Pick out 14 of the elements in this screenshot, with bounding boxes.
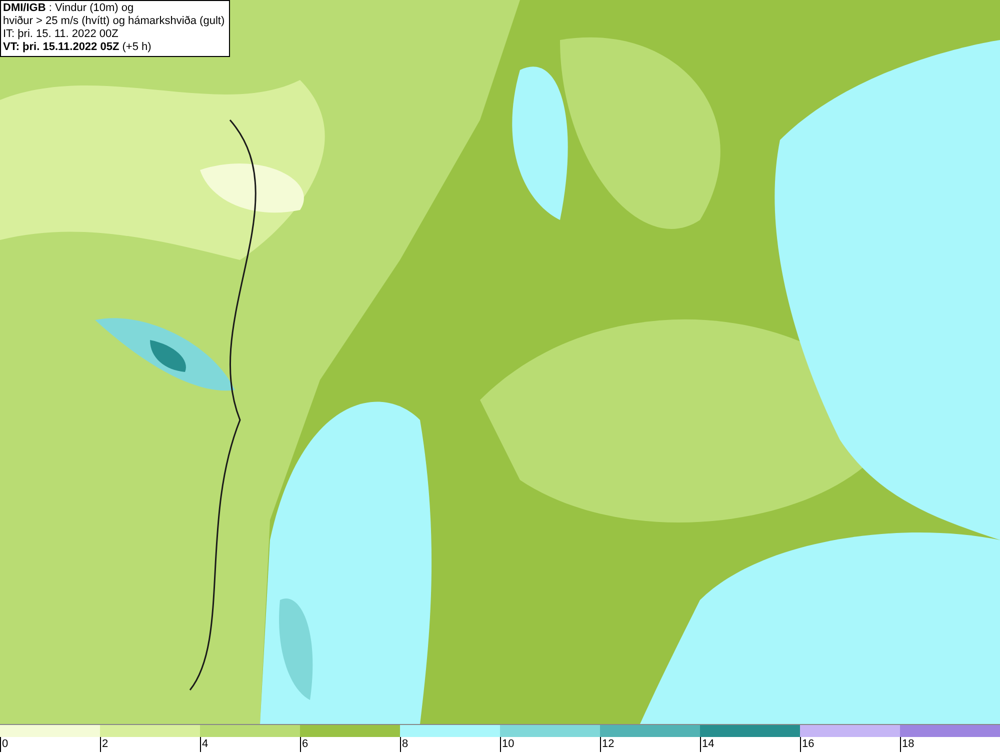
title-line: IT: þri. 15. 11. 2022 00Z (3, 28, 120, 41)
legend-label: 16 (800, 737, 814, 752)
legend-label: 10 (500, 737, 514, 752)
legend-label: 0 (0, 737, 8, 752)
legend-label: 8 (400, 737, 408, 752)
legend-label: 4 (200, 737, 208, 752)
title-line: hviður > 25 m/s (hvítt) og hámarkshviða (gult) (3, 15, 225, 28)
title-line: VT: þri. 15.11.2022 05Z (+5 h) (3, 41, 152, 54)
legend-label: 14 (700, 737, 714, 752)
legend-label: 12 (600, 737, 614, 752)
legend-label: 6 (300, 737, 308, 752)
title-line: DMI/IGB : Vindur (10m) og (3, 2, 135, 15)
legend-label: 2 (100, 737, 108, 752)
legend-label: 18 (900, 737, 914, 752)
